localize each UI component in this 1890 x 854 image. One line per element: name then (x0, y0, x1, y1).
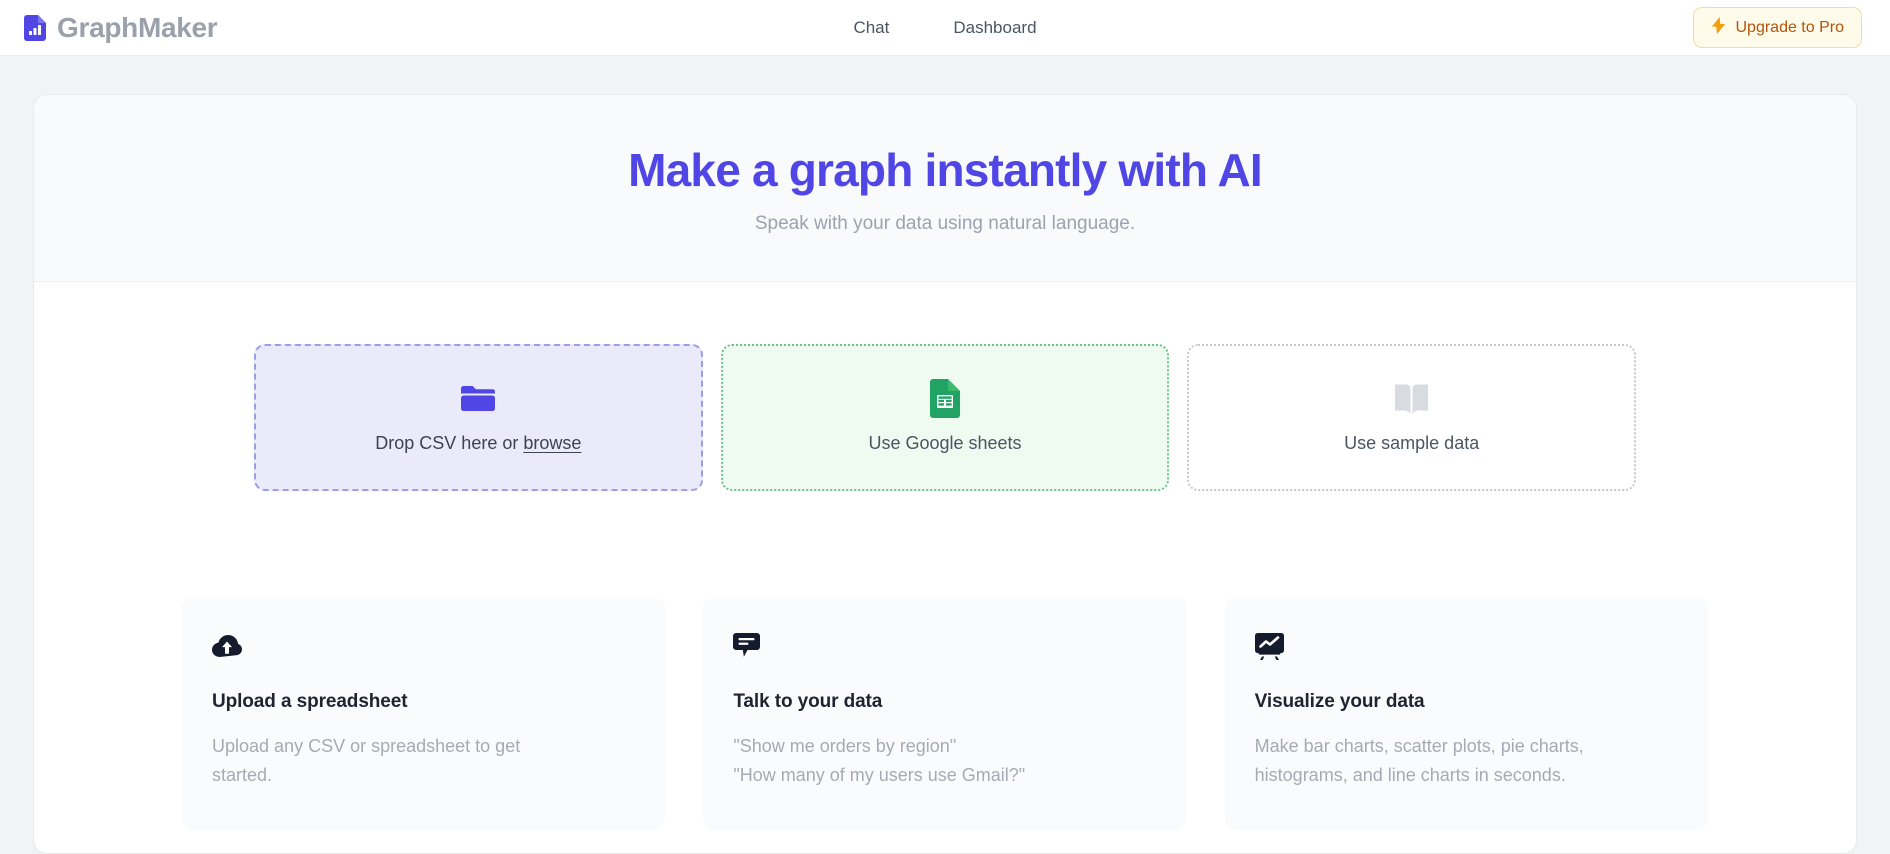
app-header: GraphMaker Chat Dashboard Upgrade to Pro (0, 0, 1890, 56)
google-sheets-card[interactable]: Use Google sheets (720, 343, 1170, 491)
feature-visualize-desc-line-2: histograms, and line charts in seconds. (1254, 764, 1566, 785)
book-icon (1395, 380, 1429, 416)
sample-data-card[interactable]: Use sample data (1187, 343, 1637, 491)
feature-talk-desc: "Show me orders by region" "How many of … (733, 732, 1143, 790)
page-title: Make a graph instantly with AI (628, 144, 1263, 196)
page-subtitle: Speak with your data using natural langu… (754, 212, 1136, 234)
nav-chat[interactable]: Chat (851, 15, 891, 40)
feature-visualize-title: Visualize your data (1254, 690, 1425, 712)
data-source-options: Drop CSV here or browse Use Google sheet… (34, 282, 1856, 491)
google-sheets-label: Use Google sheets (868, 433, 1022, 454)
drop-csv-label: Drop CSV here or browse (375, 433, 581, 454)
drop-csv-card[interactable]: Drop CSV here or browse (254, 343, 703, 491)
upgrade-to-pro-button[interactable]: Upgrade to Pro (1693, 7, 1862, 48)
browse-link[interactable]: browse (523, 433, 581, 453)
feature-talk-title: Talk to your data (733, 690, 883, 712)
brand-name: GraphMaker (57, 11, 218, 43)
upgrade-to-pro-label: Upgrade to Pro (1735, 18, 1844, 36)
chart-document-icon (24, 14, 46, 41)
main-card: Make a graph instantly with AI Speak wit… (33, 94, 1857, 854)
feature-upload-desc-line-1: Upload any CSV or spreadsheet to get (212, 735, 521, 756)
feature-talk-desc-line-2: "How many of my users use Gmail?" (733, 764, 1026, 785)
feature-talk: Talk to your data "Show me orders by reg… (703, 596, 1187, 830)
sample-data-label: Use sample data (1344, 433, 1480, 454)
feature-upload-desc: Upload any CSV or spreadsheet to get sta… (212, 732, 622, 790)
page-body: Make a graph instantly with AI Speak wit… (0, 56, 1890, 854)
drop-csv-label-text: Drop CSV here or (375, 433, 524, 454)
feature-talk-desc-line-1: "Show me orders by region" (733, 735, 957, 756)
feature-visualize-desc: Make bar charts, scatter plots, pie char… (1255, 732, 1665, 790)
feature-upload: Upload a spreadsheet Upload any CSV or s… (182, 596, 666, 830)
feature-upload-desc-line-2: started. (212, 764, 273, 785)
feature-upload-title: Upload a spreadsheet (212, 690, 408, 712)
google-sheets-icon (930, 378, 960, 418)
feature-visualize: Visualize your data Make bar charts, sca… (1224, 596, 1708, 830)
presentation-chart-icon (1254, 633, 1678, 661)
hero-section: Make a graph instantly with AI Speak wit… (34, 95, 1856, 282)
folder-icon (461, 380, 496, 416)
lightning-bolt-icon (1711, 17, 1726, 38)
chat-bubble-icon (733, 633, 1156, 661)
nav-dashboard[interactable]: Dashboard (951, 15, 1038, 40)
primary-nav: Chat Dashboard (0, 15, 1890, 40)
feature-cards: Upload a spreadsheet Upload any CSV or s… (34, 491, 1856, 830)
cloud-upload-icon (212, 633, 635, 661)
feature-visualize-desc-line-1: Make bar charts, scatter plots, pie char… (1254, 735, 1584, 756)
brand[interactable]: GraphMaker (24, 11, 218, 43)
